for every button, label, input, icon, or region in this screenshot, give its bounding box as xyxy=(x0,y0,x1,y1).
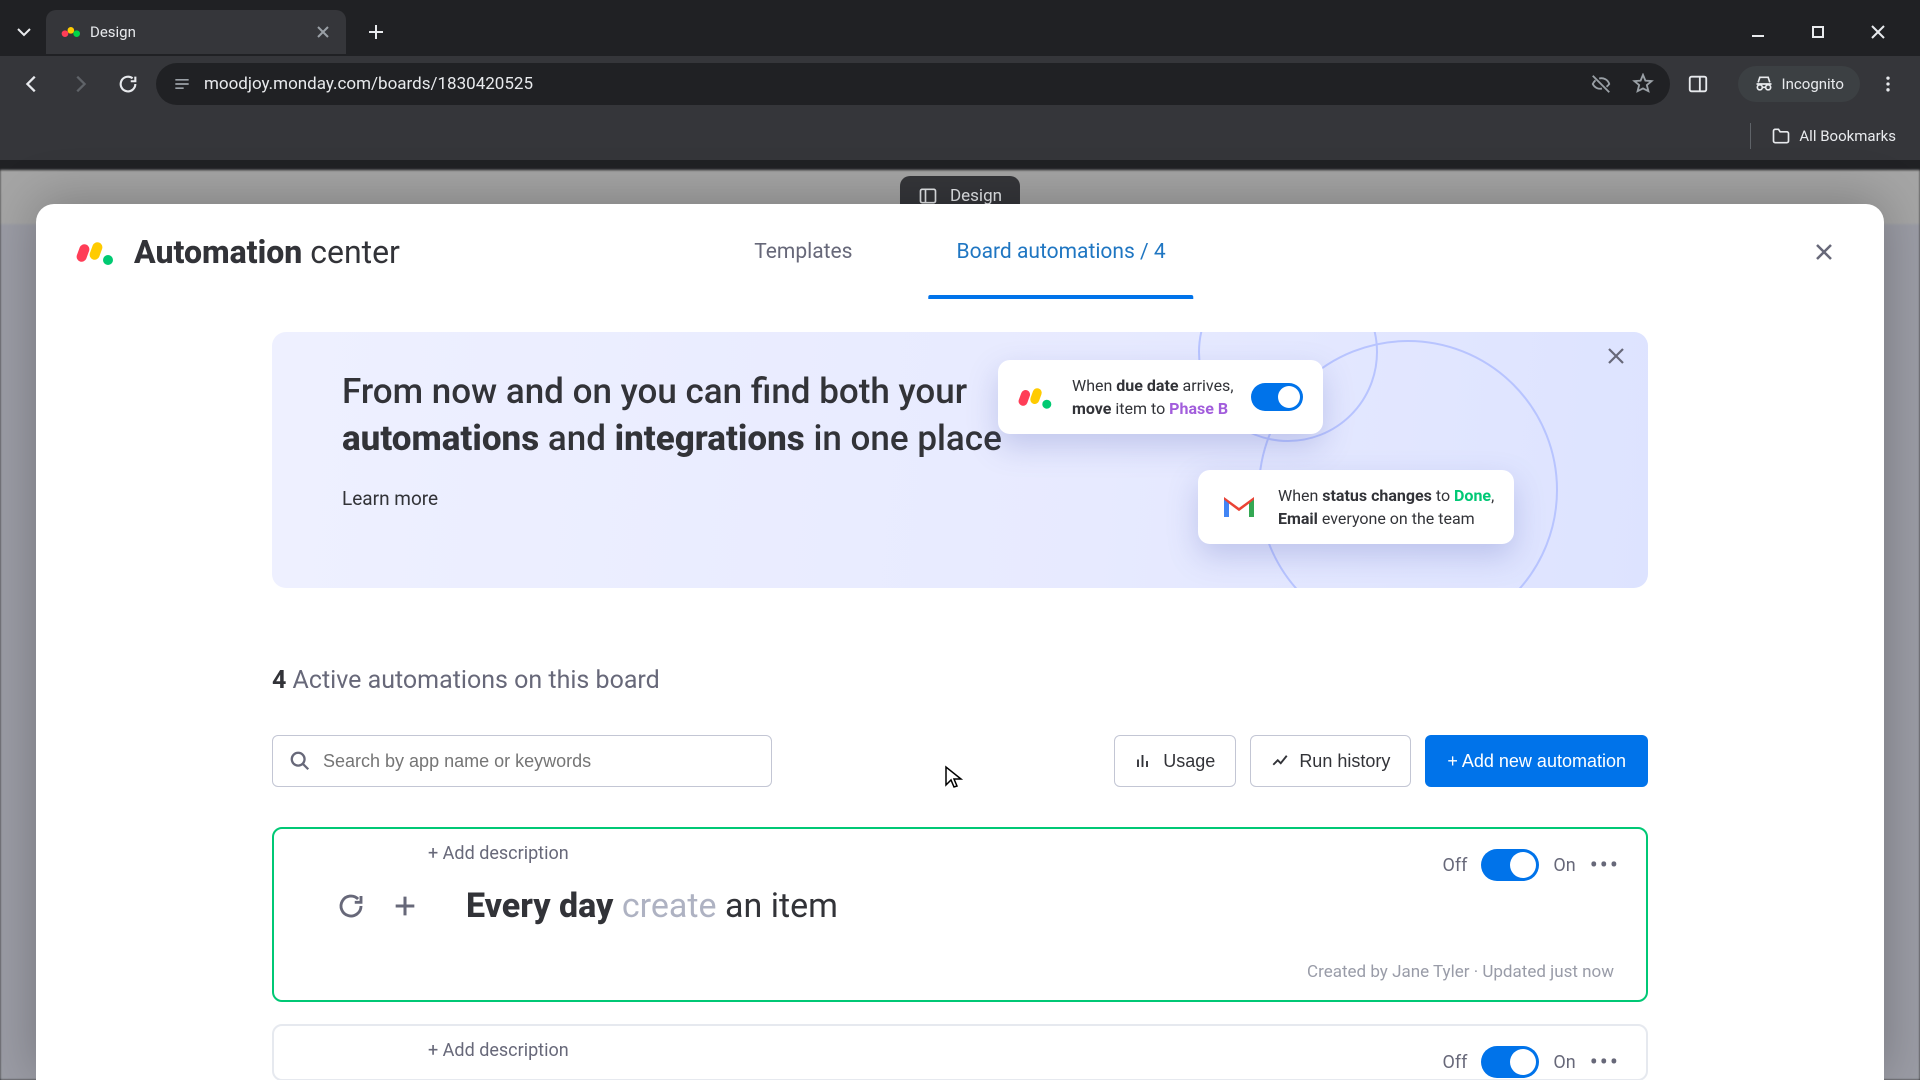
browser-tab[interactable]: Design xyxy=(46,10,346,54)
incognito-badge[interactable]: Incognito xyxy=(1738,66,1860,102)
all-bookmarks-label: All Bookmarks xyxy=(1799,127,1896,145)
site-settings-icon[interactable] xyxy=(172,74,192,94)
run-history-button[interactable]: Run history xyxy=(1250,735,1411,787)
banner-illustration: When due date arrives, move item to Phas… xyxy=(978,332,1618,588)
automation-center-modal: Automation center Templates Board automa… xyxy=(36,204,1884,1080)
info-banner: From now and on you can find both your a… xyxy=(272,332,1648,588)
tab-templates[interactable]: Templates xyxy=(734,204,872,299)
incognito-label: Incognito xyxy=(1782,75,1844,93)
toggle-on-label: On xyxy=(1553,855,1575,876)
active-automations-heading: 4 Active automations on this board xyxy=(272,666,1648,695)
monday-logo-icon xyxy=(76,232,116,272)
window-controls xyxy=(1740,14,1920,50)
incognito-icon xyxy=(1754,74,1774,94)
nav-toolbar: moodjoy.monday.com/boards/1830420525 Inc… xyxy=(0,56,1920,112)
reload-button[interactable] xyxy=(108,64,148,104)
card-toggle-group: Off On ••• xyxy=(1442,1046,1620,1078)
page-tooltip-text: Design xyxy=(950,186,1002,206)
monday-mini-icon xyxy=(1018,379,1054,415)
card-meta: Created by Jane Tyler · Updated just now xyxy=(306,962,1614,982)
add-new-automation-button[interactable]: + Add new automation xyxy=(1425,735,1648,787)
search-icon xyxy=(289,750,311,772)
modal-body: From now and on you can find both your a… xyxy=(36,300,1884,1080)
refresh-icon xyxy=(334,889,368,923)
monday-favicon-icon xyxy=(60,22,80,42)
eye-off-icon[interactable] xyxy=(1590,73,1612,95)
modal-tabs: Templates Board automations / 4 xyxy=(734,204,1185,299)
browser-chrome: Design moodjoy.monday.com/boards/1830420… xyxy=(0,0,1920,170)
browser-menu-icon[interactable] xyxy=(1868,64,1908,104)
forward-button[interactable] xyxy=(60,64,100,104)
folder-icon xyxy=(1771,126,1791,146)
learn-more-link[interactable]: Learn more xyxy=(342,487,1062,510)
add-description-link[interactable]: + Add description xyxy=(428,843,1614,864)
bookmarks-bar: All Bookmarks xyxy=(0,112,1920,160)
search-input[interactable] xyxy=(272,735,772,787)
tab-title: Design xyxy=(90,23,304,41)
banner-card-automation: When due date arrives, move item to Phas… xyxy=(998,360,1323,434)
card-toggle-group: Off On ••• xyxy=(1442,849,1620,881)
plus-icon xyxy=(388,889,422,923)
new-tab-button[interactable] xyxy=(358,14,394,50)
automation-toggle[interactable] xyxy=(1481,849,1539,881)
tab-search-dropdown[interactable] xyxy=(8,16,40,48)
tab-strip: Design xyxy=(0,0,1920,56)
toggle-on-label: On xyxy=(1553,1052,1575,1073)
cursor-icon xyxy=(944,765,964,791)
toggle-off-label: Off xyxy=(1442,855,1467,876)
modal-close-button[interactable] xyxy=(1804,232,1844,272)
add-description-link[interactable]: + Add description xyxy=(428,1040,1614,1061)
automation-toggle[interactable] xyxy=(1481,1046,1539,1078)
card-menu-icon[interactable]: ••• xyxy=(1590,851,1620,879)
tab-board-automations[interactable]: Board automations / 4 xyxy=(937,204,1186,299)
panel-icon xyxy=(918,186,938,206)
url-text: moodjoy.monday.com/boards/1830420525 xyxy=(204,74,533,94)
window-close-icon[interactable] xyxy=(1860,14,1896,50)
modal-title: Automation center xyxy=(134,233,400,271)
automation-card[interactable]: + Add description Off On ••• xyxy=(272,1024,1648,1080)
automation-card[interactable]: + Add description Off On ••• Every day c… xyxy=(272,827,1648,1002)
banner-headline: From now and on you can find both your a… xyxy=(342,368,1062,463)
all-bookmarks-link[interactable]: All Bookmarks xyxy=(1771,126,1896,146)
back-button[interactable] xyxy=(12,64,52,104)
mini-toggle-icon xyxy=(1251,383,1303,411)
usage-button[interactable]: Usage xyxy=(1114,735,1236,787)
window-minimize-icon[interactable] xyxy=(1740,14,1776,50)
window-maximize-icon[interactable] xyxy=(1800,14,1836,50)
tab-close-icon[interactable] xyxy=(314,23,332,41)
card-menu-icon[interactable]: ••• xyxy=(1590,1048,1620,1076)
modal-header: Automation center Templates Board automa… xyxy=(36,204,1884,300)
gmail-icon xyxy=(1218,486,1260,528)
trend-icon xyxy=(1271,752,1289,770)
banner-card-integration: When status changes to Done, Email every… xyxy=(1198,470,1514,544)
search-field[interactable] xyxy=(323,751,755,772)
address-bar[interactable]: moodjoy.monday.com/boards/1830420525 xyxy=(156,63,1670,105)
side-panel-icon[interactable] xyxy=(1678,64,1718,104)
toggle-off-label: Off xyxy=(1442,1052,1467,1073)
bookmark-star-icon[interactable] xyxy=(1632,73,1654,95)
chart-icon xyxy=(1135,752,1153,770)
automation-recipe: Every day create an item xyxy=(466,886,838,926)
